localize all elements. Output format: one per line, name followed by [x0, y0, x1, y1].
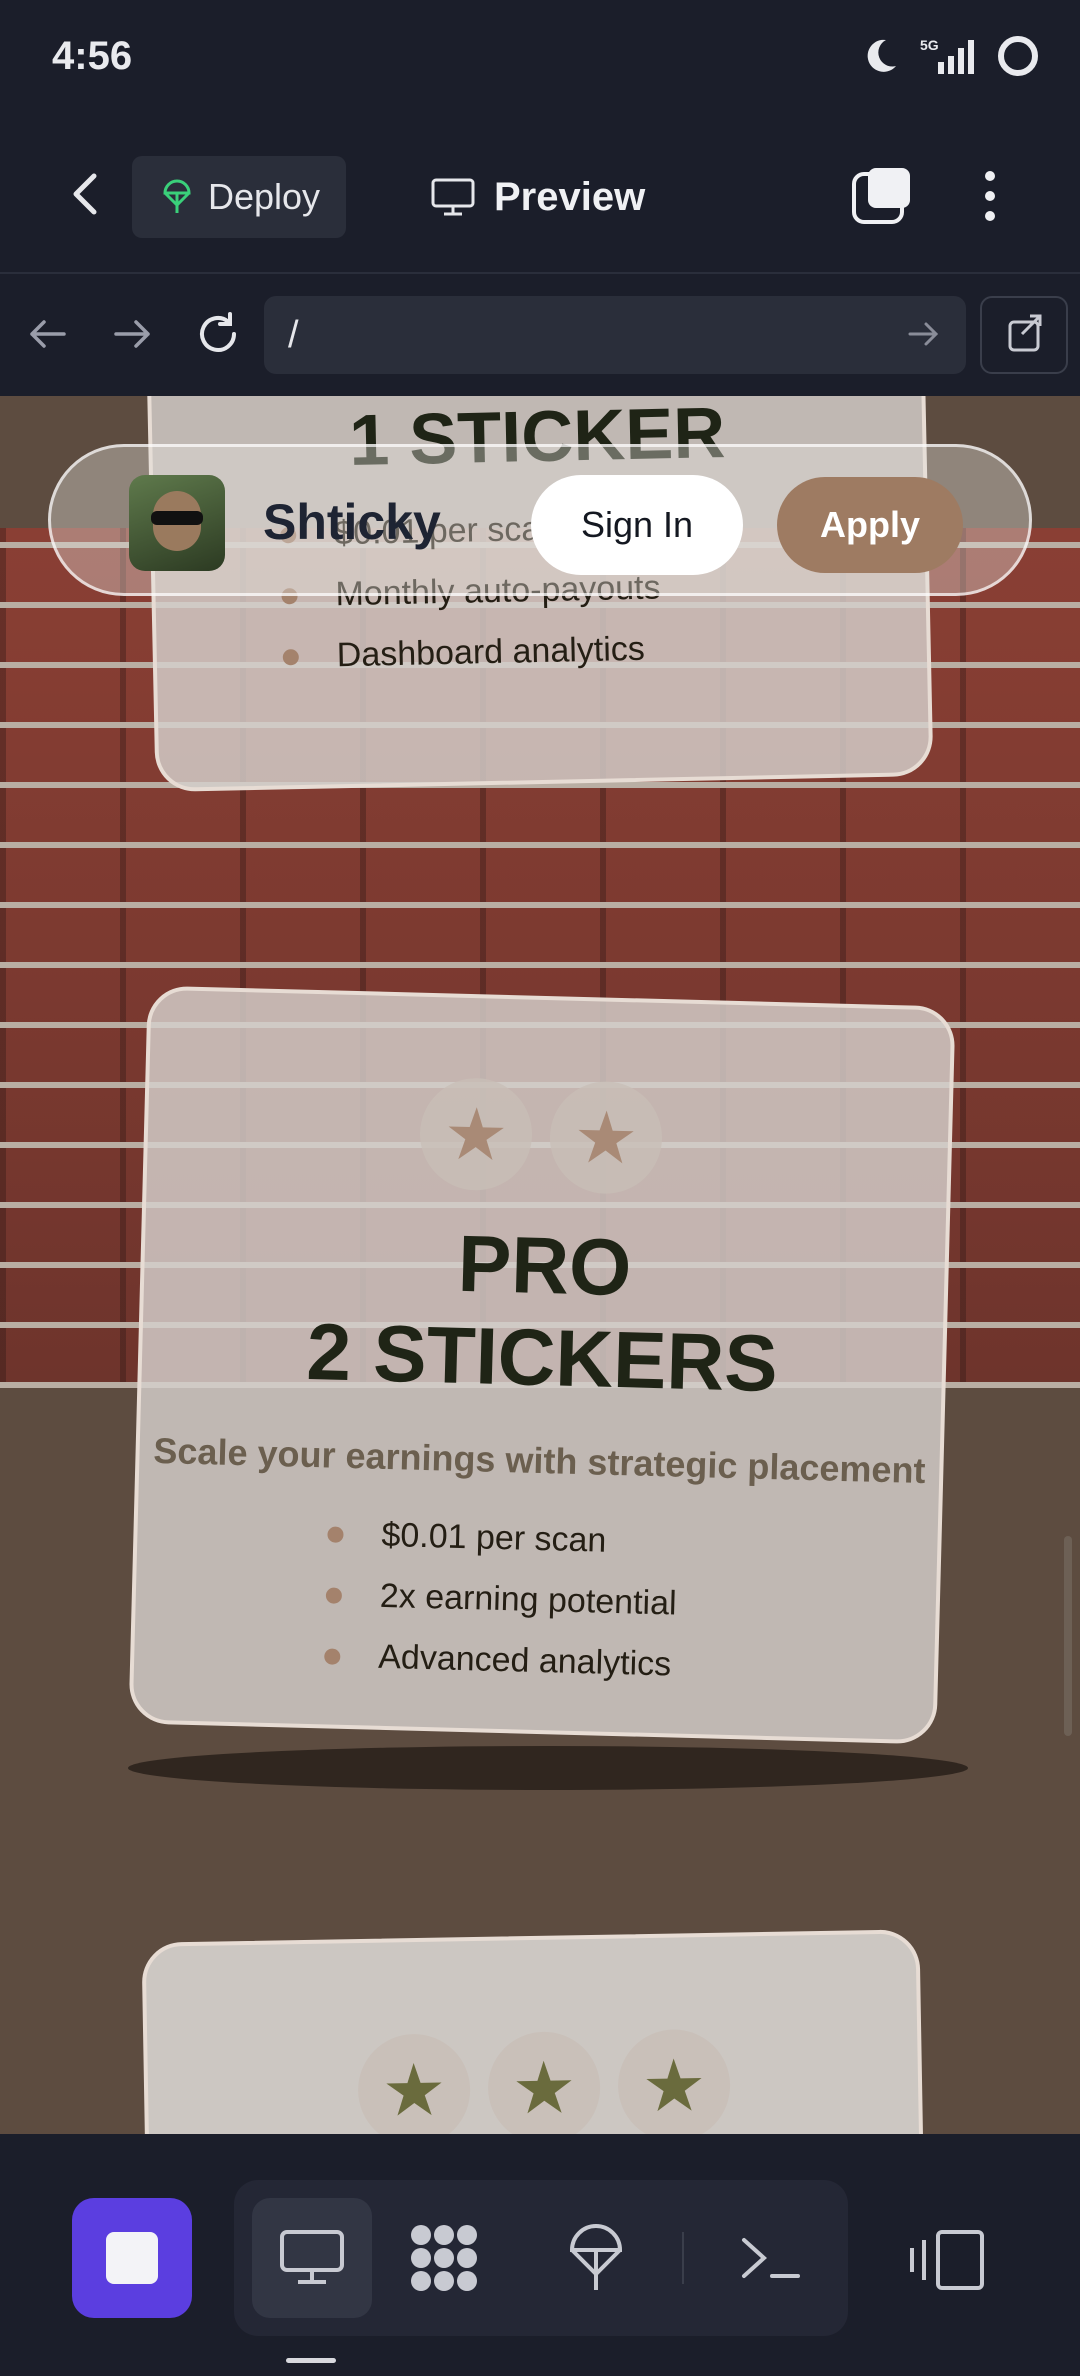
site-header: Shticky Sign In Apply [48, 444, 1032, 596]
view-workflow-button[interactable] [384, 2198, 504, 2318]
battery-ring-icon [998, 36, 1038, 76]
status-bar: 4:56 5G [0, 0, 1080, 120]
brand-avatar[interactable] [129, 475, 225, 571]
feature-list: $0.01 per scan 2x earning potential Adva… [323, 1514, 678, 1706]
feature-item: $0.01 per scan [327, 1514, 679, 1562]
feature-item: Advanced analytics [324, 1636, 676, 1684]
bottom-nav [0, 2134, 1080, 2376]
tabs-icon[interactable] [850, 164, 914, 228]
deploy-icon [163, 179, 191, 213]
pricing-card-premium: ★ ★ ★ [141, 1929, 927, 2134]
terminal-icon [742, 2238, 800, 2278]
brand-name[interactable]: Shticky [263, 493, 441, 551]
home-indicator [286, 2358, 336, 2363]
stop-button[interactable] [72, 2198, 192, 2318]
tier-subtitle: Scale your earnings with strategic place… [152, 1429, 927, 1492]
open-external-button[interactable] [980, 296, 1068, 374]
deploy-label: Deploy [208, 176, 321, 217]
view-preview-button[interactable] [252, 2198, 372, 2318]
pricing-card-pro: ★ ★ PRO 2 STICKERS Scale your earnings wi… [128, 985, 956, 1745]
view-switcher [234, 2180, 848, 2336]
sign-in-button[interactable]: Sign In [531, 475, 743, 575]
tier-title: PRO 2 STICKERS [141, 1210, 946, 1415]
kebab-menu-icon[interactable] [970, 166, 1010, 226]
tier-title-line1: PRO [456, 1218, 633, 1313]
star-icon: ★ [617, 2028, 732, 2134]
browser-url-bar: / [0, 274, 1080, 396]
stop-icon [106, 2232, 158, 2284]
url-input[interactable]: / [264, 296, 966, 374]
feature-item: 2x earning potential [325, 1575, 677, 1623]
star-rating: ★ ★ ★ [357, 2028, 732, 2134]
network-label: 5G [920, 37, 939, 53]
deploy-icon [569, 2223, 623, 2290]
tier-title-line2: 2 STICKERS [305, 1306, 779, 1409]
url-text: / [288, 314, 299, 356]
star-icon: ★ [418, 1076, 534, 1192]
feature-item: Dashboard analytics [282, 629, 662, 676]
scrollbar-thumb[interactable] [1064, 1536, 1072, 1736]
go-arrow-icon[interactable] [904, 314, 944, 354]
workflow-icon [411, 2225, 477, 2291]
web-preview[interactable]: 1 STICKER $0.01 per scan Monthly auto-pa… [0, 396, 1080, 2134]
devices-icon[interactable] [900, 2230, 996, 2290]
segment-divider [682, 2232, 684, 2284]
card-shadow [128, 1746, 968, 1790]
avatar-glasses [151, 511, 203, 525]
app-toolbar: Deploy Preview [0, 120, 1080, 274]
apply-button[interactable]: Apply [777, 477, 963, 573]
preview-tab[interactable]: Preview [430, 156, 645, 238]
deploy-button[interactable]: Deploy [132, 156, 346, 238]
signal-5g-icon: 5G [920, 37, 974, 74]
external-link-icon [1008, 314, 1042, 352]
nav-forward-icon[interactable] [104, 306, 160, 362]
monitor-icon [280, 2230, 344, 2284]
status-icons: 5G [860, 34, 1040, 78]
star-icon: ★ [548, 1080, 664, 1196]
reload-icon[interactable] [190, 306, 246, 362]
nav-back-icon[interactable] [20, 306, 76, 362]
view-terminal-button[interactable] [710, 2198, 830, 2318]
preview-monitor-icon [431, 178, 475, 216]
preview-label: Preview [494, 174, 646, 219]
star-rating: ★ ★ [418, 1076, 664, 1196]
status-time: 4:56 [52, 34, 133, 78]
star-icon: ★ [487, 2030, 602, 2134]
back-icon[interactable] [58, 166, 114, 222]
star-icon: ★ [357, 2033, 472, 2134]
view-deploy-button[interactable] [536, 2198, 656, 2318]
do-not-disturb-moon-icon [867, 39, 896, 72]
